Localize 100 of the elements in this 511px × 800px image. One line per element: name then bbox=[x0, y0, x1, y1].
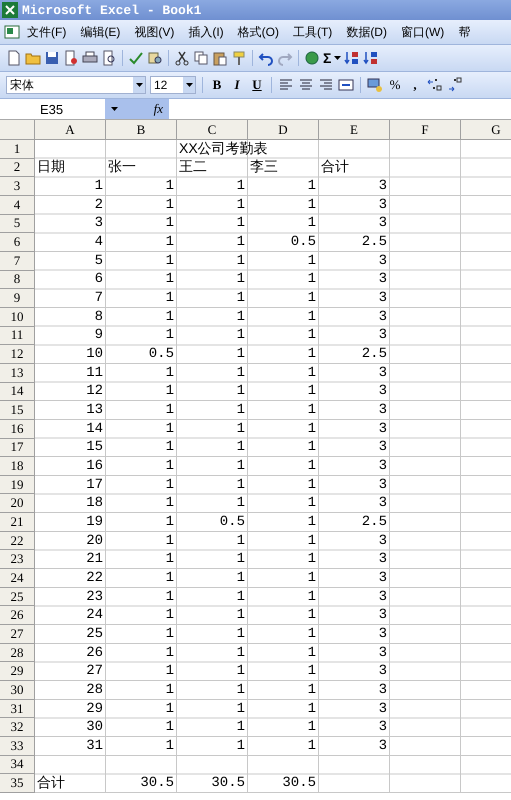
row-header[interactable]: 8 bbox=[0, 270, 35, 290]
menu-item[interactable]: 数据(D) bbox=[339, 24, 394, 40]
column-header[interactable]: F bbox=[390, 120, 461, 140]
underline-button[interactable]: U bbox=[249, 77, 265, 93]
cut-icon[interactable] bbox=[174, 50, 190, 66]
percent-button[interactable]: % bbox=[387, 77, 403, 93]
menu-item[interactable]: 编辑(E) bbox=[73, 24, 128, 40]
row-header[interactable]: 6 bbox=[0, 233, 35, 252]
row-header[interactable]: 31 bbox=[0, 700, 35, 718]
column-header[interactable]: E bbox=[319, 120, 390, 140]
row-header[interactable]: 7 bbox=[0, 252, 35, 271]
row-header[interactable]: 22 bbox=[0, 532, 35, 550]
row-header[interactable]: 13 bbox=[0, 364, 35, 383]
table-cell: 1 bbox=[236, 420, 245, 437]
row-header[interactable]: 9 bbox=[0, 289, 35, 308]
row-header[interactable]: 2 bbox=[0, 158, 35, 178]
table-cell: 3 bbox=[378, 290, 387, 306]
table-cell: 2.5 bbox=[362, 234, 387, 250]
row-header[interactable]: 15 bbox=[0, 401, 35, 420]
preview-icon[interactable] bbox=[101, 50, 117, 66]
row-header[interactable]: 30 bbox=[0, 681, 35, 700]
row-header[interactable]: 23 bbox=[0, 550, 35, 570]
caret-icon[interactable] bbox=[111, 107, 118, 111]
table-cell: 1 bbox=[166, 215, 174, 232]
table-cell: 3 bbox=[378, 607, 387, 624]
row-header[interactable]: 11 bbox=[0, 326, 35, 346]
row-header[interactable]: 25 bbox=[0, 588, 35, 606]
merge-icon[interactable] bbox=[338, 77, 354, 93]
bold-button[interactable]: B bbox=[209, 77, 225, 93]
paste-icon[interactable] bbox=[212, 50, 228, 66]
italic-button[interactable]: I bbox=[229, 77, 245, 93]
insert-function-button[interactable]: fx bbox=[154, 101, 163, 117]
decrease-decimal-icon[interactable] bbox=[447, 77, 463, 93]
row-header[interactable]: 16 bbox=[0, 420, 35, 438]
currency-icon[interactable] bbox=[367, 77, 383, 93]
save-icon[interactable] bbox=[44, 50, 60, 66]
row-header[interactable]: 3 bbox=[0, 177, 35, 196]
caret-icon[interactable] bbox=[186, 83, 192, 87]
row-header[interactable]: 5 bbox=[0, 214, 35, 234]
table-cell: 3 bbox=[94, 215, 103, 232]
column-header[interactable]: C bbox=[177, 120, 248, 140]
caret-icon[interactable] bbox=[334, 56, 342, 60]
row-header[interactable]: 17 bbox=[0, 438, 35, 458]
font-field[interactable]: 宋体 bbox=[6, 76, 146, 94]
row-header[interactable]: 12 bbox=[0, 345, 35, 364]
table-cell: 1 bbox=[236, 178, 245, 194]
row-header[interactable]: 4 bbox=[0, 196, 35, 215]
table-cell: 1 bbox=[166, 196, 174, 213]
copy-icon[interactable] bbox=[193, 50, 209, 66]
sort-descending-icon[interactable] bbox=[363, 50, 380, 66]
row-header[interactable]: 14 bbox=[0, 382, 35, 402]
row-header[interactable]: 19 bbox=[0, 476, 35, 494]
autosum-button[interactable]: Σ bbox=[323, 50, 332, 66]
menu-item[interactable]: 视图(V) bbox=[127, 24, 182, 40]
table-cell: 3 bbox=[378, 458, 387, 474]
table-cell: 17 bbox=[86, 476, 103, 493]
column-header[interactable]: B bbox=[106, 120, 177, 140]
comma-button[interactable]: , bbox=[407, 77, 423, 93]
table-cell: 22 bbox=[86, 570, 103, 586]
spelling-icon[interactable] bbox=[128, 50, 144, 66]
menu-item[interactable]: 帮 bbox=[451, 24, 478, 40]
table-cell: 29 bbox=[86, 700, 103, 717]
row-header[interactable]: 34 bbox=[0, 756, 35, 774]
font-size-field[interactable]: 12 bbox=[150, 76, 196, 94]
table-cell: 1 bbox=[166, 532, 174, 549]
caret-icon[interactable] bbox=[136, 83, 142, 87]
row-header[interactable]: 20 bbox=[0, 494, 35, 514]
row-header[interactable]: 32 bbox=[0, 718, 35, 737]
table-cell: 1 bbox=[308, 663, 316, 680]
table-cell: 3 bbox=[378, 682, 387, 698]
row-header[interactable]: 33 bbox=[0, 737, 35, 756]
column-header[interactable]: G bbox=[461, 120, 511, 140]
column-header[interactable]: A bbox=[35, 120, 106, 140]
research-icon[interactable] bbox=[147, 50, 163, 66]
workbook-icon[interactable] bbox=[4, 24, 20, 40]
row-header[interactable]: 29 bbox=[0, 662, 35, 682]
sort-ascending-icon[interactable] bbox=[344, 50, 360, 66]
row-header[interactable]: 28 bbox=[0, 644, 35, 662]
row-header[interactable]: 27 bbox=[0, 625, 35, 644]
row-header[interactable]: 10 bbox=[0, 308, 35, 327]
table-cell: 1 bbox=[166, 402, 174, 418]
row-header[interactable]: 24 bbox=[0, 569, 35, 588]
row-header[interactable]: 21 bbox=[0, 513, 35, 532]
table-cell: 0.5 bbox=[148, 346, 174, 362]
table-cell: 21 bbox=[86, 551, 103, 568]
menu-item[interactable]: 工具(T) bbox=[286, 24, 340, 40]
table-cell: 1 bbox=[236, 234, 245, 250]
menu-item[interactable]: 格式(O) bbox=[230, 24, 286, 40]
column-header[interactable]: D bbox=[248, 120, 319, 140]
increase-decimal-icon[interactable] bbox=[427, 77, 443, 93]
brush-icon[interactable] bbox=[231, 50, 247, 66]
row-header[interactable]: 35 bbox=[0, 774, 35, 793]
menu-item[interactable]: 窗口(W) bbox=[394, 24, 452, 40]
new-document-icon[interactable] bbox=[6, 50, 22, 66]
row-header[interactable]: 18 bbox=[0, 457, 35, 476]
table-cell: 3 bbox=[378, 738, 387, 754]
menu-item[interactable]: 插入(I) bbox=[181, 24, 231, 40]
menu-item[interactable]: 文件(F) bbox=[20, 24, 74, 40]
row-header[interactable]: 26 bbox=[0, 606, 35, 626]
row-header[interactable]: 1 bbox=[0, 140, 35, 159]
